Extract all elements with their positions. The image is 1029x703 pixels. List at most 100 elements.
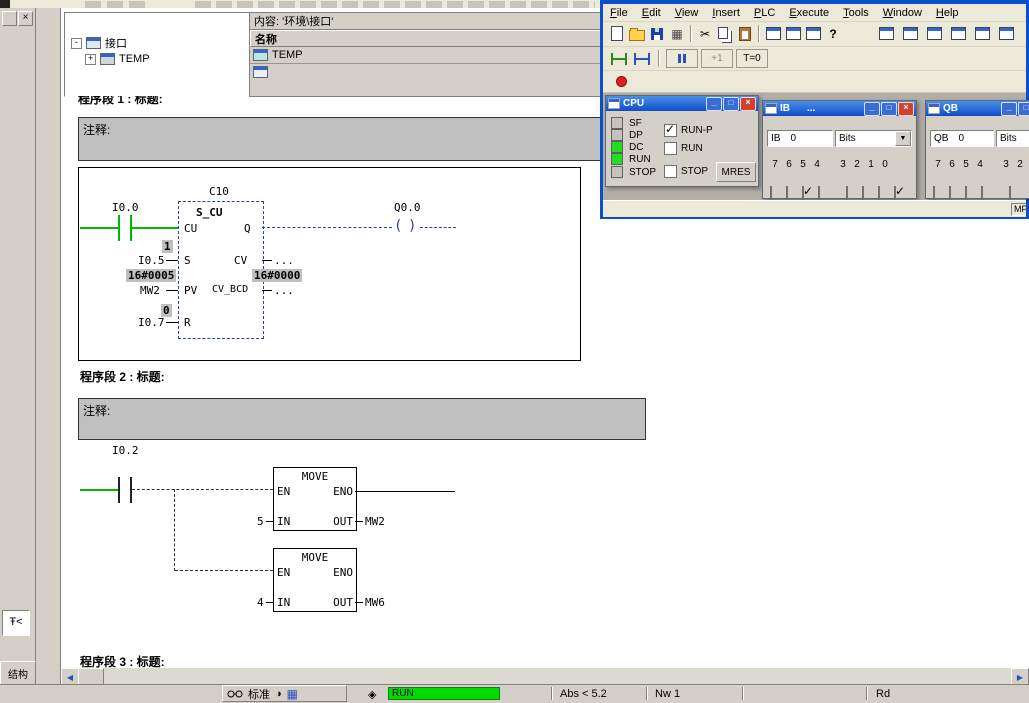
- operand-pv[interactable]: MW2: [140, 284, 160, 297]
- overview-toggle-button[interactable]: Ŧ<: [2, 610, 30, 636]
- operand-r[interactable]: I0.7: [138, 316, 165, 329]
- new-button[interactable]: [607, 24, 627, 44]
- contact-i02[interactable]: [118, 477, 120, 503]
- open-button[interactable]: [627, 24, 647, 44]
- move-block-1[interactable]: MOVE EN ENO IN OUT: [273, 467, 357, 531]
- mres-button[interactable]: MRES: [716, 162, 756, 182]
- program-status-button[interactable]: [632, 49, 652, 69]
- contact-i00-operand[interactable]: I0.0: [112, 201, 139, 214]
- move1-in-operand[interactable]: 5: [257, 515, 264, 528]
- tree-node-temp[interactable]: TEMP: [85, 53, 150, 65]
- tile-windows-button[interactable]: [783, 24, 803, 44]
- menu-insert[interactable]: Insert: [705, 5, 747, 21]
- qb-address-field[interactable]: QB 0: [930, 130, 994, 147]
- tree-expander-minus-icon[interactable]: [71, 38, 82, 49]
- column-header-name[interactable]: 名称: [250, 30, 603, 47]
- menu-help[interactable]: Help: [929, 5, 966, 21]
- arrange-windows-button[interactable]: [803, 24, 823, 44]
- reset-time-button[interactable]: T=0: [736, 49, 768, 68]
- network1-comment-box[interactable]: 注释:: [78, 117, 646, 161]
- ib-maximize-button[interactable]: [881, 102, 897, 116]
- operand-cv[interactable]: ...: [274, 254, 294, 267]
- network2-comment-box[interactable]: 注释:: [78, 398, 646, 440]
- grid-view-button[interactable]: [667, 24, 687, 44]
- editor-hscrollbar[interactable]: [61, 668, 1029, 684]
- qb-bit4-checkbox[interactable]: [981, 186, 983, 200]
- qb-format-dropdown[interactable]: Bits: [996, 130, 1029, 147]
- tree-expander-plus-icon[interactable]: [85, 54, 96, 65]
- cpu-window[interactable]: CPU SF DP DC RUN STOP: [605, 95, 759, 187]
- coil-q00-operand[interactable]: Q0.0: [394, 201, 421, 214]
- menu-tools[interactable]: Tools: [836, 5, 876, 21]
- move2-in-operand[interactable]: 4: [257, 596, 264, 609]
- standard-mini-toolbar[interactable]: 标准: [222, 685, 347, 702]
- coil-q00[interactable]: ): [408, 218, 416, 234]
- contact-i02[interactable]: [130, 477, 132, 503]
- menu-edit[interactable]: Edit: [635, 5, 668, 21]
- operand-cv-bcd[interactable]: ...: [274, 284, 294, 297]
- menu-view[interactable]: View: [668, 5, 706, 21]
- cpu-minimize-button[interactable]: [706, 97, 722, 111]
- save-button[interactable]: [647, 24, 667, 44]
- ib-bit0-checkbox[interactable]: [894, 186, 896, 200]
- ib-bit3-checkbox[interactable]: [846, 186, 848, 200]
- contact-i00[interactable]: [118, 215, 120, 241]
- qb-bit3-checkbox[interactable]: [1009, 186, 1011, 200]
- menu-plc[interactable]: PLC: [747, 5, 782, 21]
- qb-bit5-checkbox[interactable]: [965, 186, 967, 200]
- mode-stop[interactable]: STOP: [664, 165, 708, 178]
- table-row-temp[interactable]: TEMP: [250, 47, 602, 64]
- ib-close-button[interactable]: [898, 102, 914, 116]
- counter-address[interactable]: C10: [209, 185, 229, 198]
- ib-format-dropdown[interactable]: Bits: [835, 130, 912, 147]
- ib-minimize-button[interactable]: [864, 102, 880, 116]
- copy-button[interactable]: [715, 24, 735, 44]
- ib-bit6-checkbox[interactable]: [786, 186, 788, 200]
- qb-window[interactable]: QB QB 0 Bits 7 6 5 4 3 2: [925, 100, 1029, 199]
- ib-bit7-checkbox[interactable]: [770, 186, 772, 200]
- mode-run[interactable]: RUN: [664, 142, 703, 155]
- cascade-windows-button[interactable]: [763, 24, 783, 44]
- grid-icon[interactable]: [287, 687, 298, 701]
- qb-bit7-checkbox[interactable]: [933, 186, 935, 200]
- insert-input-window-button[interactable]: [900, 24, 920, 44]
- run-checkbox[interactable]: [664, 142, 677, 155]
- insert-output-window-button[interactable]: [924, 24, 944, 44]
- qb-titlebar[interactable]: QB: [926, 101, 1029, 116]
- contrast-icon[interactable]: [275, 688, 282, 700]
- operand-s[interactable]: I0.5: [138, 254, 165, 267]
- move-block-2[interactable]: MOVE EN ENO IN OUT: [273, 548, 357, 612]
- ib-titlebar[interactable]: IB ...: [763, 101, 916, 116]
- table-row-empty[interactable]: [250, 64, 602, 80]
- menu-file[interactable]: File: [603, 5, 635, 21]
- network2-header[interactable]: 程序段 2 : 标题:: [80, 368, 165, 385]
- mode-runp[interactable]: RUN-P: [664, 124, 713, 137]
- move1-out-operand[interactable]: MW2: [365, 515, 385, 528]
- runp-checkbox[interactable]: [664, 124, 677, 137]
- ib-bit4-checkbox[interactable]: [818, 186, 820, 200]
- insert-counter-window-button[interactable]: [996, 24, 1016, 44]
- menu-execute[interactable]: Execute: [782, 5, 836, 21]
- qb-bit6-checkbox[interactable]: [949, 186, 951, 200]
- context-help-button[interactable]: [823, 24, 843, 44]
- coil-q00[interactable]: (: [394, 218, 402, 234]
- ib-window[interactable]: IB ... IB 0 Bits 7 6 5 4 3 2 1 0: [762, 100, 917, 199]
- tab-structure[interactable]: 结构: [0, 661, 36, 686]
- pause-button[interactable]: [666, 49, 698, 68]
- single-step-button[interactable]: +1: [701, 49, 733, 68]
- contact-i02-operand[interactable]: I0.2: [112, 444, 139, 457]
- move2-out-operand[interactable]: MW6: [365, 596, 385, 609]
- dock-handle[interactable]: [2, 11, 17, 26]
- cpu-close-button[interactable]: [740, 97, 756, 111]
- tree-node-interface[interactable]: 接口: [71, 35, 127, 51]
- paste-button[interactable]: [735, 24, 755, 44]
- record-playback-button[interactable]: [611, 72, 631, 92]
- ib-address-field[interactable]: IB 0: [767, 130, 833, 147]
- qb-minimize-button[interactable]: [1001, 102, 1017, 116]
- cut-button[interactable]: [695, 24, 715, 44]
- insert-memory-window-button[interactable]: [948, 24, 968, 44]
- insert-accu-window-button[interactable]: [876, 24, 896, 44]
- dock-close-button ic-close[interactable]: ×: [18, 11, 33, 26]
- symbol-table-button[interactable]: [609, 49, 629, 69]
- ib-format-arrow-icon[interactable]: [895, 131, 911, 146]
